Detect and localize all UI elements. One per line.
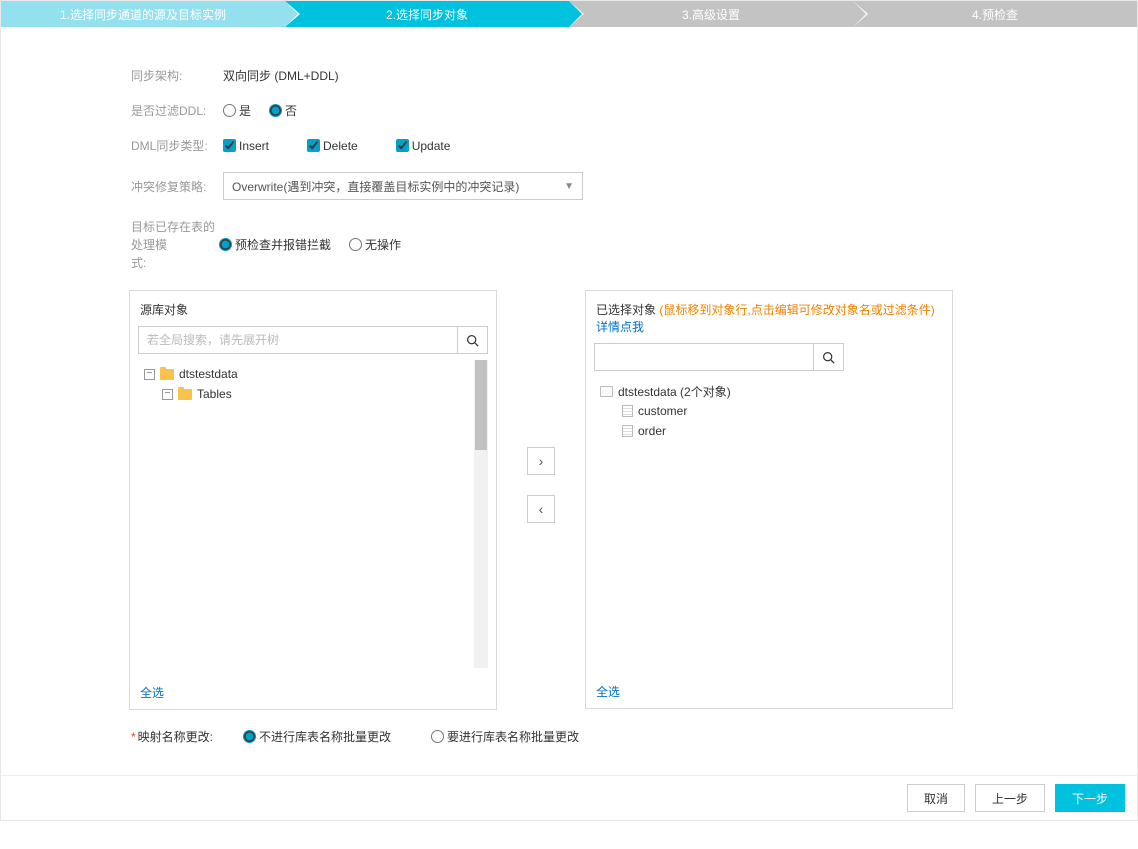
source-scrollbar[interactable] — [474, 360, 488, 668]
dml-type-label: DML同步类型: — [131, 137, 219, 154]
required-mark: * — [131, 730, 136, 744]
target-node-db-label: dtstestdata (2个对象) — [618, 383, 731, 400]
steps-bar: 1.选择同步通道的源及目标实例 2.选择同步对象 3.高级设置 4.预检查 — [1, 1, 1137, 27]
source-select-all-link[interactable]: 全选 — [140, 686, 164, 700]
target-panel-title: 已选择对象 — [596, 303, 656, 317]
step-4[interactable]: 4.预检查 — [853, 1, 1137, 27]
dml-update-checkbox[interactable]: Update — [396, 139, 451, 153]
source-panel: 源库对象 − — [129, 290, 497, 710]
minus-icon[interactable]: − — [144, 369, 155, 380]
mapping-opt2-radio[interactable]: 要进行库表名称批量更改 — [431, 728, 579, 745]
chevron-left-icon: ‹ — [539, 501, 544, 517]
target-tree: dtstestdata (2个对象) customer order — [594, 377, 944, 441]
target-search-button[interactable] — [813, 344, 843, 370]
sync-arch-row: 同步架构: 双向同步 (DML+DDL) — [131, 67, 1137, 84]
step-1-label: 1.选择同步通道的源及目标实例 — [60, 6, 226, 23]
target-node-order[interactable]: order — [600, 421, 944, 441]
filter-ddl-yes-label: 是 — [239, 102, 251, 119]
conflict-row: 冲突修复策略: Overwrite(遇到冲突，直接覆盖目标实例中的冲突记录) ▼ — [131, 172, 1137, 200]
target-node-db[interactable]: dtstestdata (2个对象) — [600, 381, 944, 401]
filter-ddl-no-label: 否 — [285, 102, 297, 119]
table-icon — [622, 405, 633, 417]
existing-opt1-radio[interactable]: 预检查并报错拦截 — [219, 236, 331, 253]
tree-node-db[interactable]: − dtstestdata — [144, 364, 474, 384]
source-search-button[interactable] — [457, 327, 487, 353]
dml-delete-label: Delete — [323, 139, 358, 153]
filter-ddl-label: 是否过滤DDL: — [131, 102, 219, 119]
step-1[interactable]: 1.选择同步通道的源及目标实例 — [1, 1, 285, 27]
target-select-all-link[interactable]: 全选 — [596, 685, 620, 699]
conflict-select[interactable]: Overwrite(遇到冲突，直接覆盖目标实例中的冲突记录) ▼ — [223, 172, 583, 200]
existing-opt2-radio[interactable]: 无操作 — [349, 236, 401, 253]
target-panel-header: 已选择对象 (鼠标移到对象行,点击编辑可修改对象名或过滤条件) 详情点我 — [586, 291, 952, 343]
source-tree: − dtstestdata − Tables — [138, 360, 474, 404]
existing-opt1-label: 预检查并报错拦截 — [235, 236, 331, 253]
database-icon — [600, 386, 613, 397]
existing-mode-row: 目标已存在表的处理模式: 预检查并报错拦截 无操作 — [131, 218, 1137, 272]
search-icon — [466, 334, 479, 347]
chevron-down-icon: ▼ — [564, 181, 574, 192]
step-2-label: 2.选择同步对象 — [386, 6, 468, 23]
existing-opt2-label: 无操作 — [365, 236, 401, 253]
dml-type-row: DML同步类型: Insert Delete Update — [131, 137, 1137, 154]
step-3-label: 3.高级设置 — [682, 6, 740, 23]
tree-node-db-label: dtstestdata — [179, 367, 238, 381]
step-2[interactable]: 2.选择同步对象 — [285, 1, 569, 27]
dml-insert-label: Insert — [239, 139, 269, 153]
dml-update-label: Update — [412, 139, 451, 153]
footer-bar: 取消 上一步 下一步 — [1, 775, 1137, 820]
filter-ddl-yes-radio[interactable]: 是 — [223, 102, 251, 119]
table-icon — [622, 425, 633, 437]
chevron-right-icon: › — [539, 453, 544, 469]
move-right-button[interactable]: › — [527, 447, 555, 475]
filter-ddl-row: 是否过滤DDL: 是 否 — [131, 102, 1137, 119]
conflict-select-value: Overwrite(遇到冲突，直接覆盖目标实例中的冲突记录) — [232, 178, 519, 195]
folder-icon — [178, 389, 192, 400]
source-search-row — [138, 326, 488, 354]
transfer-buttons: › ‹ — [527, 447, 555, 523]
target-detail-link[interactable]: 详情点我 — [596, 320, 644, 334]
dml-insert-checkbox[interactable]: Insert — [223, 139, 269, 153]
target-node-customer[interactable]: customer — [600, 401, 944, 421]
target-panel-hint: (鼠标移到对象行,点击编辑可修改对象名或过滤条件) — [659, 303, 934, 317]
mapping-row: *映射名称更改: 不进行库表名称批量更改 要进行库表名称批量更改 — [131, 728, 1137, 745]
target-search-row — [594, 343, 844, 371]
conflict-label: 冲突修复策略: — [131, 178, 219, 195]
filter-ddl-no-radio[interactable]: 否 — [269, 102, 297, 119]
cancel-button[interactable]: 取消 — [907, 784, 965, 812]
folder-icon — [160, 369, 174, 380]
next-button[interactable]: 下一步 — [1055, 784, 1125, 812]
mapping-label: *映射名称更改: — [131, 728, 213, 745]
mapping-opt1-radio[interactable]: 不进行库表名称批量更改 — [243, 728, 391, 745]
step-4-label: 4.预检查 — [972, 6, 1018, 23]
minus-icon[interactable]: − — [162, 389, 173, 400]
target-node-order-label: order — [638, 424, 666, 438]
move-left-button[interactable]: ‹ — [527, 495, 555, 523]
target-node-customer-label: customer — [638, 404, 687, 418]
tree-node-tables[interactable]: − Tables — [144, 384, 474, 404]
tree-node-tables-label: Tables — [197, 387, 232, 401]
target-panel-footer: 全选 — [586, 675, 952, 708]
prev-button[interactable]: 上一步 — [975, 784, 1045, 812]
source-tree-wrap: − dtstestdata − Tables — [138, 360, 488, 668]
sync-arch-value: 双向同步 (DML+DDL) — [223, 67, 339, 84]
existing-mode-label: 目标已存在表的处理模式: — [131, 218, 219, 272]
target-search-input[interactable] — [595, 344, 813, 370]
target-panel: 已选择对象 (鼠标移到对象行,点击编辑可修改对象名或过滤条件) 详情点我 — [585, 290, 953, 709]
step-3[interactable]: 3.高级设置 — [569, 1, 853, 27]
target-tree-wrap: dtstestdata (2个对象) customer order — [594, 377, 944, 667]
transfer-container: 源库对象 − — [129, 290, 1137, 710]
scrollbar-thumb[interactable] — [475, 360, 487, 450]
source-panel-footer: 全选 — [130, 676, 496, 709]
page-container: 1.选择同步通道的源及目标实例 2.选择同步对象 3.高级设置 4.预检查 同步… — [0, 0, 1138, 821]
mapping-opt1-label: 不进行库表名称批量更改 — [259, 728, 391, 745]
sync-arch-label: 同步架构: — [131, 67, 219, 84]
mapping-opt2-label: 要进行库表名称批量更改 — [447, 728, 579, 745]
dml-delete-checkbox[interactable]: Delete — [307, 139, 358, 153]
search-icon — [822, 351, 835, 364]
content-area: 同步架构: 双向同步 (DML+DDL) 是否过滤DDL: 是 否 DML同步类… — [1, 27, 1137, 775]
source-search-input[interactable] — [139, 327, 457, 353]
source-panel-title: 源库对象 — [130, 291, 496, 326]
